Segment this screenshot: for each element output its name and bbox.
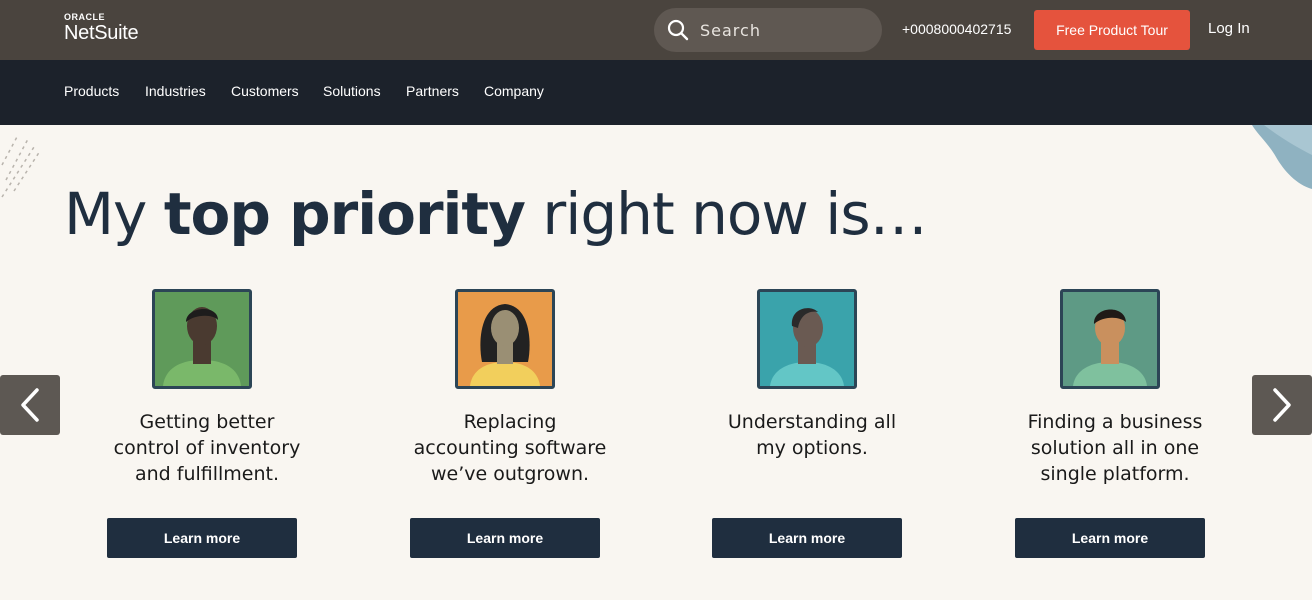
phone-number[interactable]: +0008000402715 xyxy=(902,20,1011,38)
portrait-image xyxy=(757,289,857,389)
card-text: Finding a business solution all in one s… xyxy=(1027,411,1203,485)
decorative-pattern-left xyxy=(1,134,41,198)
learn-more-button[interactable]: Learn more xyxy=(410,518,600,558)
decorative-shape-right xyxy=(1252,125,1312,189)
nav-item-industries[interactable]: Industries xyxy=(145,82,206,100)
search-input[interactable] xyxy=(700,20,870,40)
hero-title-suffix: right now is… xyxy=(524,180,927,248)
nav-item-partners[interactable]: Partners xyxy=(406,82,459,100)
card-text: Replacing accounting software we’ve outg… xyxy=(413,411,607,485)
nav-item-products[interactable]: Products xyxy=(64,82,119,100)
hero-title-bold: top priority xyxy=(163,180,526,248)
priority-card-platform: Finding a business solution all in one s… xyxy=(1015,289,1215,559)
learn-more-button[interactable]: Learn more xyxy=(107,518,297,558)
netsuite-logo[interactable]: ORACLE NetSuite xyxy=(64,12,139,44)
logo-netsuite-text: NetSuite xyxy=(64,22,139,44)
portrait-image xyxy=(455,289,555,389)
main-nav: Products Industries Customers Solutions … xyxy=(0,60,1312,125)
nav-item-company[interactable]: Company xyxy=(484,82,544,100)
card-text: Understanding all my options. xyxy=(727,411,897,459)
chevron-right-icon xyxy=(1273,388,1291,422)
search-box[interactable] xyxy=(654,8,882,52)
priority-card-inventory: Getting better control of inventory and … xyxy=(107,289,307,559)
priority-card-accounting: Replacing accounting software we’ve outg… xyxy=(410,289,610,559)
learn-more-button[interactable]: Learn more xyxy=(712,518,902,558)
top-bar: ORACLE NetSuite +0008000402715 Free Prod… xyxy=(0,0,1312,60)
chevron-left-icon xyxy=(21,388,39,422)
login-link[interactable]: Log In xyxy=(1208,20,1250,38)
search-icon[interactable] xyxy=(666,18,690,42)
nav-item-solutions[interactable]: Solutions xyxy=(323,82,381,100)
portrait-image xyxy=(152,289,252,389)
hero-title-prefix: My xyxy=(64,180,164,248)
carousel-next-button[interactable] xyxy=(1252,375,1312,435)
hero-title: My top priority right now is… xyxy=(64,178,928,250)
portrait-face xyxy=(491,310,519,346)
logo-oracle-text: ORACLE xyxy=(64,12,105,22)
card-text: Getting better control of inventory and … xyxy=(113,411,301,485)
learn-more-button[interactable]: Learn more xyxy=(1015,518,1205,558)
priority-card-options: Understanding all my options. Learn more xyxy=(712,289,912,559)
carousel-prev-button[interactable] xyxy=(0,375,60,435)
free-product-tour-button[interactable]: Free Product Tour xyxy=(1034,10,1190,50)
nav-item-customers[interactable]: Customers xyxy=(231,82,299,100)
portrait-image xyxy=(1060,289,1160,389)
